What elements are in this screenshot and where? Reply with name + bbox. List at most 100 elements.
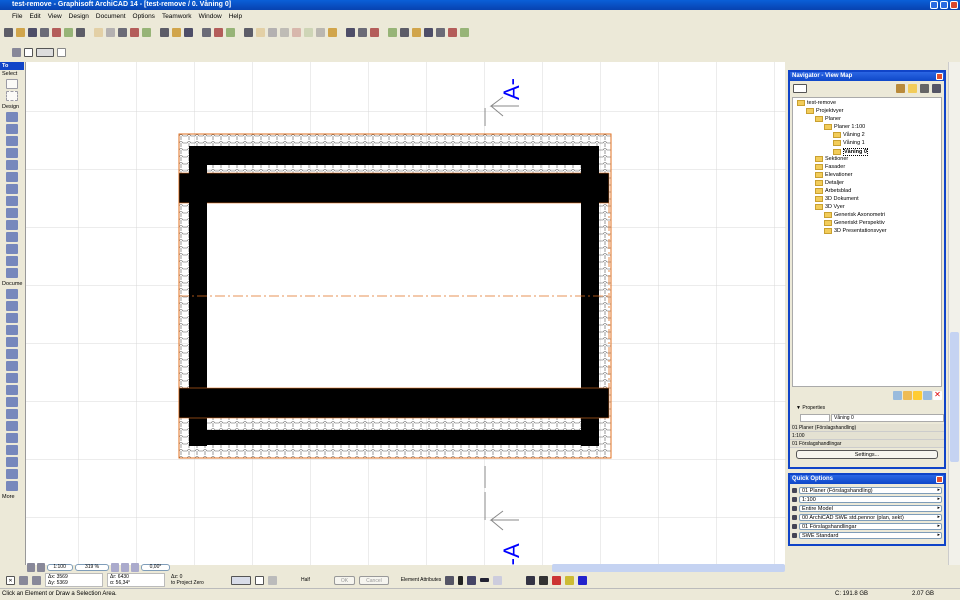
horizontal-scrollbar[interactable]	[552, 563, 786, 572]
plot-icon[interactable]	[52, 27, 61, 37]
book-icon[interactable]	[552, 575, 562, 585]
beam-bottom[interactable]	[178, 387, 610, 419]
acrobat-icon[interactable]	[76, 27, 85, 37]
sun-icon[interactable]	[448, 27, 457, 37]
clone-icon[interactable]	[903, 391, 912, 400]
minimize-button[interactable]	[930, 1, 938, 9]
b-icon[interactable]	[328, 27, 337, 37]
print-icon[interactable]	[40, 27, 49, 37]
cut-icon[interactable]	[94, 27, 103, 37]
tree-item[interactable]: Projektvyer	[806, 108, 844, 114]
quick-option-select[interactable]: SWE Standard	[799, 531, 942, 539]
menu-teamwork[interactable]: Teamwork	[162, 13, 192, 20]
mesh-tool-icon[interactable]	[6, 208, 18, 218]
trace-icon[interactable]	[226, 27, 235, 37]
door-tool-icon[interactable]	[6, 124, 18, 134]
tree-item[interactable]: 3D Dokument	[815, 196, 859, 202]
radial-dimension-tool-icon[interactable]	[6, 325, 18, 335]
y-icon[interactable]	[292, 27, 301, 37]
folder-icon[interactable]	[913, 391, 922, 400]
script-icon[interactable]	[565, 575, 575, 585]
new-icon[interactable]	[4, 27, 13, 37]
stair-tool-icon[interactable]	[6, 148, 18, 158]
3d-persp-icon[interactable]	[388, 27, 397, 37]
new-folder-icon[interactable]	[893, 391, 902, 400]
fill-icon[interactable]	[493, 575, 503, 585]
quick-option-select[interactable]: 01 Planer (Förslagshandling)	[799, 486, 942, 494]
maximize-button[interactable]	[940, 1, 948, 9]
guide-line-icon[interactable]	[19, 575, 28, 585]
orientation-field[interactable]: 0,00°	[140, 564, 171, 571]
geometry-method-icon[interactable]	[231, 575, 251, 585]
line-tool-icon[interactable]	[6, 385, 18, 395]
elevation-dimension-tool-icon[interactable]	[6, 313, 18, 323]
z-reference[interactable]: to Project Zero	[171, 580, 204, 586]
scale-value[interactable]: 1:100	[790, 432, 944, 440]
quick-option-select[interactable]: 01 Förslagshandlingar	[799, 522, 942, 530]
tree-item[interactable]: 3D Presentationsvyer	[824, 228, 887, 234]
object-tool-icon[interactable]	[6, 244, 18, 254]
tree-item[interactable]: test-remove	[797, 100, 836, 106]
label-tool-icon[interactable]	[6, 361, 18, 371]
tree-item[interactable]: Fasader	[815, 164, 845, 170]
layers-icon[interactable]	[214, 27, 223, 37]
pen-icon[interactable]	[445, 575, 455, 585]
angle-dimension-tool-icon[interactable]	[6, 337, 18, 347]
zoom-in-icon[interactable]	[111, 563, 120, 572]
walk-icon[interactable]	[460, 27, 469, 37]
camera2-tool-icon[interactable]	[6, 481, 18, 491]
3d-window-icon[interactable]	[370, 27, 379, 37]
worksheet-tool-icon[interactable]	[6, 469, 18, 479]
copy-icon[interactable]	[106, 27, 115, 37]
scale-field[interactable]: 1:100	[46, 564, 73, 571]
marquee-tool-icon[interactable]	[6, 91, 18, 101]
menu-view[interactable]: View	[48, 13, 62, 20]
zone-tool-icon[interactable]	[6, 220, 18, 230]
quick-option-select[interactable]: Entire Model	[799, 504, 942, 512]
line-type-icon[interactable]	[480, 578, 490, 582]
zoom-out-icon[interactable]	[121, 563, 129, 572]
quick-option-select[interactable]: 00 ArchiCAD SWE std.pennor (plan, sekt)	[799, 513, 942, 521]
curtain-wall-tool-icon[interactable]	[6, 232, 18, 242]
menu-help[interactable]: Help	[229, 13, 242, 20]
camera-icon[interactable]	[539, 575, 549, 585]
spline-tool-icon[interactable]	[6, 421, 18, 431]
close-icon[interactable]: ✕	[6, 575, 15, 585]
menu-window[interactable]: Window	[199, 13, 222, 20]
menu-file[interactable]: File	[12, 13, 22, 20]
sep-icon[interactable]	[268, 27, 277, 37]
circle-tool-icon[interactable]	[6, 397, 18, 407]
tree-item[interactable]: 3D Vyer	[815, 204, 845, 210]
ok-button[interactable]: OK	[333, 575, 356, 585]
menu-edit[interactable]: Edit	[29, 13, 40, 20]
pdf-icon[interactable]	[412, 27, 421, 37]
c-icon[interactable]	[346, 27, 355, 37]
section-icon[interactable]	[424, 27, 433, 37]
settings-icon[interactable]	[923, 391, 932, 400]
wall-bottom[interactable]	[189, 430, 599, 445]
delete-icon[interactable]: ✕	[933, 391, 942, 400]
zoom-icon[interactable]	[36, 563, 45, 572]
marker-icon[interactable]	[458, 575, 464, 585]
properties-header[interactable]: ▼ Properties	[790, 402, 944, 414]
tree-item[interactable]: Generisk Axonometri	[824, 212, 885, 218]
id-field[interactable]	[800, 414, 830, 422]
render-icon[interactable]	[400, 27, 409, 37]
align-icon[interactable]	[256, 27, 265, 37]
z-icon[interactable]	[304, 27, 313, 37]
level-dimension-tool-icon[interactable]	[6, 301, 18, 311]
fill-tool-icon[interactable]	[6, 373, 18, 383]
navigator-preview-icon[interactable]	[27, 563, 35, 572]
marquee-icon[interactable]	[36, 47, 54, 57]
roof-tool-icon[interactable]	[6, 160, 18, 170]
morph-tool-icon[interactable]	[6, 256, 18, 266]
menu-design[interactable]: Design	[69, 13, 89, 20]
open-icon[interactable]	[16, 27, 25, 37]
grid-snap-icon[interactable]	[32, 575, 41, 585]
beam-top[interactable]	[178, 172, 610, 204]
hotspot-tool-icon[interactable]	[6, 433, 18, 443]
publish-icon[interactable]	[64, 27, 73, 37]
x-icon[interactable]	[280, 27, 289, 37]
tree-item[interactable]: Våning 1	[833, 140, 865, 146]
layer-icon[interactable]	[467, 575, 477, 585]
